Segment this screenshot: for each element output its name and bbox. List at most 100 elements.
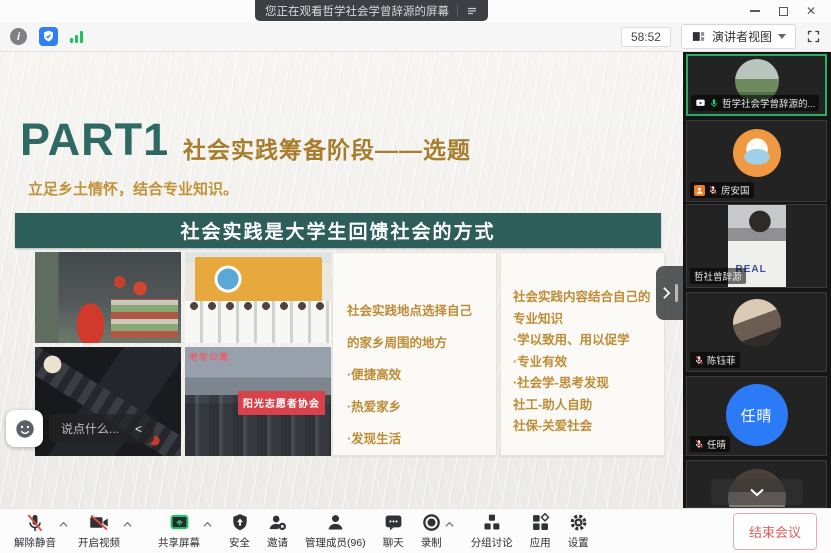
photo-sign-text: 老年公寓 xyxy=(189,350,229,363)
security-button[interactable]: 安全 xyxy=(229,512,250,550)
breakout-rooms-icon xyxy=(481,512,502,533)
gear-icon xyxy=(568,512,589,533)
settings-button[interactable]: 设置 xyxy=(568,512,589,550)
chevron-down-icon xyxy=(778,34,786,39)
close-icon: ✕ xyxy=(806,5,816,17)
card-bullet: 社保-关爱社会 xyxy=(513,416,654,438)
participant-tile[interactable]: 哲学社会学曾辞源的... xyxy=(686,54,827,116)
security-shield-icon[interactable] xyxy=(39,27,58,46)
members-button[interactable]: 管理成员(96) xyxy=(305,512,366,550)
apps-icon xyxy=(530,512,551,533)
participant-name: 哲学社会学曾辞源的... xyxy=(722,96,815,110)
participant-name: 房安国 xyxy=(721,183,750,197)
card-bullet: ·热爱家乡 xyxy=(347,391,484,423)
record-icon xyxy=(421,512,442,533)
breakout-button[interactable]: 分组讨论 xyxy=(471,512,513,550)
panel-expand-tab[interactable] xyxy=(656,266,683,320)
share-options-chevron[interactable] xyxy=(203,521,212,541)
watching-banner-text: 您正在观看哲学社会学曾辞源的屏幕 xyxy=(265,3,449,19)
info-card-location: 社会实践地点选择自己的家乡周围的地方 ·便捷高效 ·热爱家乡 ·发现生活 xyxy=(332,252,497,456)
minimize-icon xyxy=(750,10,760,12)
mic-slash-icon xyxy=(25,512,45,533)
maximize-icon xyxy=(779,7,788,16)
card-bullet: ·学以致用、用以促学 xyxy=(513,330,654,352)
mic-options-chevron[interactable] xyxy=(59,521,68,541)
camera-button[interactable]: 开启视频 xyxy=(78,512,120,550)
avatar: 任晴 xyxy=(726,384,788,446)
card-bullet: ·专业有效 xyxy=(513,352,654,374)
smiley-icon xyxy=(14,418,36,440)
drag-bar-icon xyxy=(675,284,678,302)
fullscreen-icon xyxy=(806,29,821,44)
participant-tile[interactable]: 任晴 任晴 xyxy=(686,376,827,456)
mute-button[interactable]: 解除静音 xyxy=(14,512,56,550)
mic-off-icon xyxy=(708,185,718,195)
camera-options-chevron[interactable] xyxy=(123,521,132,541)
mic-off-icon xyxy=(694,355,704,365)
chevron-right-icon xyxy=(662,286,671,300)
collapse-left-icon[interactable]: < xyxy=(135,422,142,436)
share-screen-icon xyxy=(169,512,190,533)
view-mode-label: 演讲者视图 xyxy=(712,28,772,45)
quick-chat-overlay: 说点什么... < xyxy=(6,410,154,447)
record-button[interactable]: 录制 xyxy=(421,512,442,550)
window-titlebar: 您正在观看哲学社会学曾辞源的屏幕 ✕ xyxy=(0,0,831,22)
chevron-down-icon xyxy=(749,488,765,497)
invite-button[interactable]: 邀请 xyxy=(267,512,288,550)
participant-tile[interactable] xyxy=(686,460,827,508)
slide-banner: 社会实践是大学生回馈社会的方式 xyxy=(15,213,661,248)
participant-name: 陈钰菲 xyxy=(707,353,736,367)
watching-banner: 您正在观看哲学社会学曾辞源的屏幕 xyxy=(255,0,488,21)
divider xyxy=(457,5,458,17)
close-button[interactable]: ✕ xyxy=(797,0,825,22)
members-icon xyxy=(325,512,346,533)
card-bullet: ·发现生活 xyxy=(347,423,484,455)
shield-icon xyxy=(230,512,250,533)
fullscreen-button[interactable] xyxy=(806,29,821,44)
meeting-timer: 58:52 xyxy=(621,27,671,47)
minimize-button[interactable] xyxy=(741,0,769,22)
participants-sidebar: 哲学社会学曾辞源的... 房安国 REAL xyxy=(683,52,831,508)
photo-banner-text: 阳光志愿者协会 xyxy=(238,391,326,415)
avatar xyxy=(733,299,781,347)
mic-off-icon xyxy=(694,439,704,449)
emoji-button[interactable] xyxy=(6,410,43,447)
card-bullet: ·便捷高效 xyxy=(347,359,484,391)
view-mode-button[interactable]: 演讲者视图 xyxy=(681,24,796,49)
network-signal-icon[interactable] xyxy=(70,31,83,43)
scroll-down-indicator[interactable] xyxy=(711,479,803,505)
card-heading: 社会实践内容结合自己的专业知识 xyxy=(513,287,654,330)
participant-name: 任晴 xyxy=(707,437,726,451)
mic-on-icon xyxy=(709,98,719,108)
invite-person-icon xyxy=(267,512,288,533)
participant-tile[interactable]: 陈钰菲 xyxy=(686,292,827,372)
meeting-info-icon[interactable]: i xyxy=(10,28,27,45)
participant-name: 哲社曾辞源 xyxy=(694,269,742,283)
bottom-toolbar: 解除静音 开启视频 共享屏幕 安全 xyxy=(0,508,831,553)
meeting-topbar: i 58:52 演讲者视图 xyxy=(0,22,831,52)
chat-bubble-icon xyxy=(383,512,404,533)
chat-button[interactable]: 聊天 xyxy=(383,512,404,550)
slide-title: 社会实践筹备阶段——选题 xyxy=(183,131,471,165)
info-card-major: 社会实践内容结合自己的专业知识 ·学以致用、用以促学 ·专业有效 ·社会学-思考… xyxy=(500,252,665,456)
camera-slash-icon xyxy=(88,512,110,533)
avatar xyxy=(733,129,781,177)
share-screen-button[interactable]: 共享屏幕 xyxy=(158,512,200,550)
part-label: PART1 xyxy=(20,114,169,166)
photo-medical-oath xyxy=(185,252,331,343)
card-heading: 社会实践地点选择自己的家乡周围的地方 xyxy=(347,295,484,359)
record-options-chevron[interactable] xyxy=(445,521,454,541)
list-icon[interactable] xyxy=(466,5,478,17)
maximize-button[interactable] xyxy=(769,0,797,22)
slide-subtitle: 立足乡土情怀，结合专业知识。 xyxy=(28,178,238,199)
card-bullet: ·社会学-思考发现 xyxy=(513,373,654,395)
end-meeting-button[interactable]: 结束会议 xyxy=(733,513,817,550)
shared-screen-slide: PART1 社会实践筹备阶段——选题 立足乡土情怀，结合专业知识。 社会实践是大… xyxy=(0,52,683,508)
participant-tile[interactable]: REAL 哲社曾辞源 xyxy=(686,204,827,288)
photo-volunteer-group: 老年公寓 阳光志愿者协会 xyxy=(185,347,331,456)
apps-button[interactable]: 应用 xyxy=(530,512,551,550)
participant-tile[interactable]: 房安国 xyxy=(686,120,827,202)
card-bullet: 社工-助人自助 xyxy=(513,395,654,417)
chat-input-pill[interactable]: 说点什么... < xyxy=(49,414,154,443)
host-icon xyxy=(694,185,705,196)
